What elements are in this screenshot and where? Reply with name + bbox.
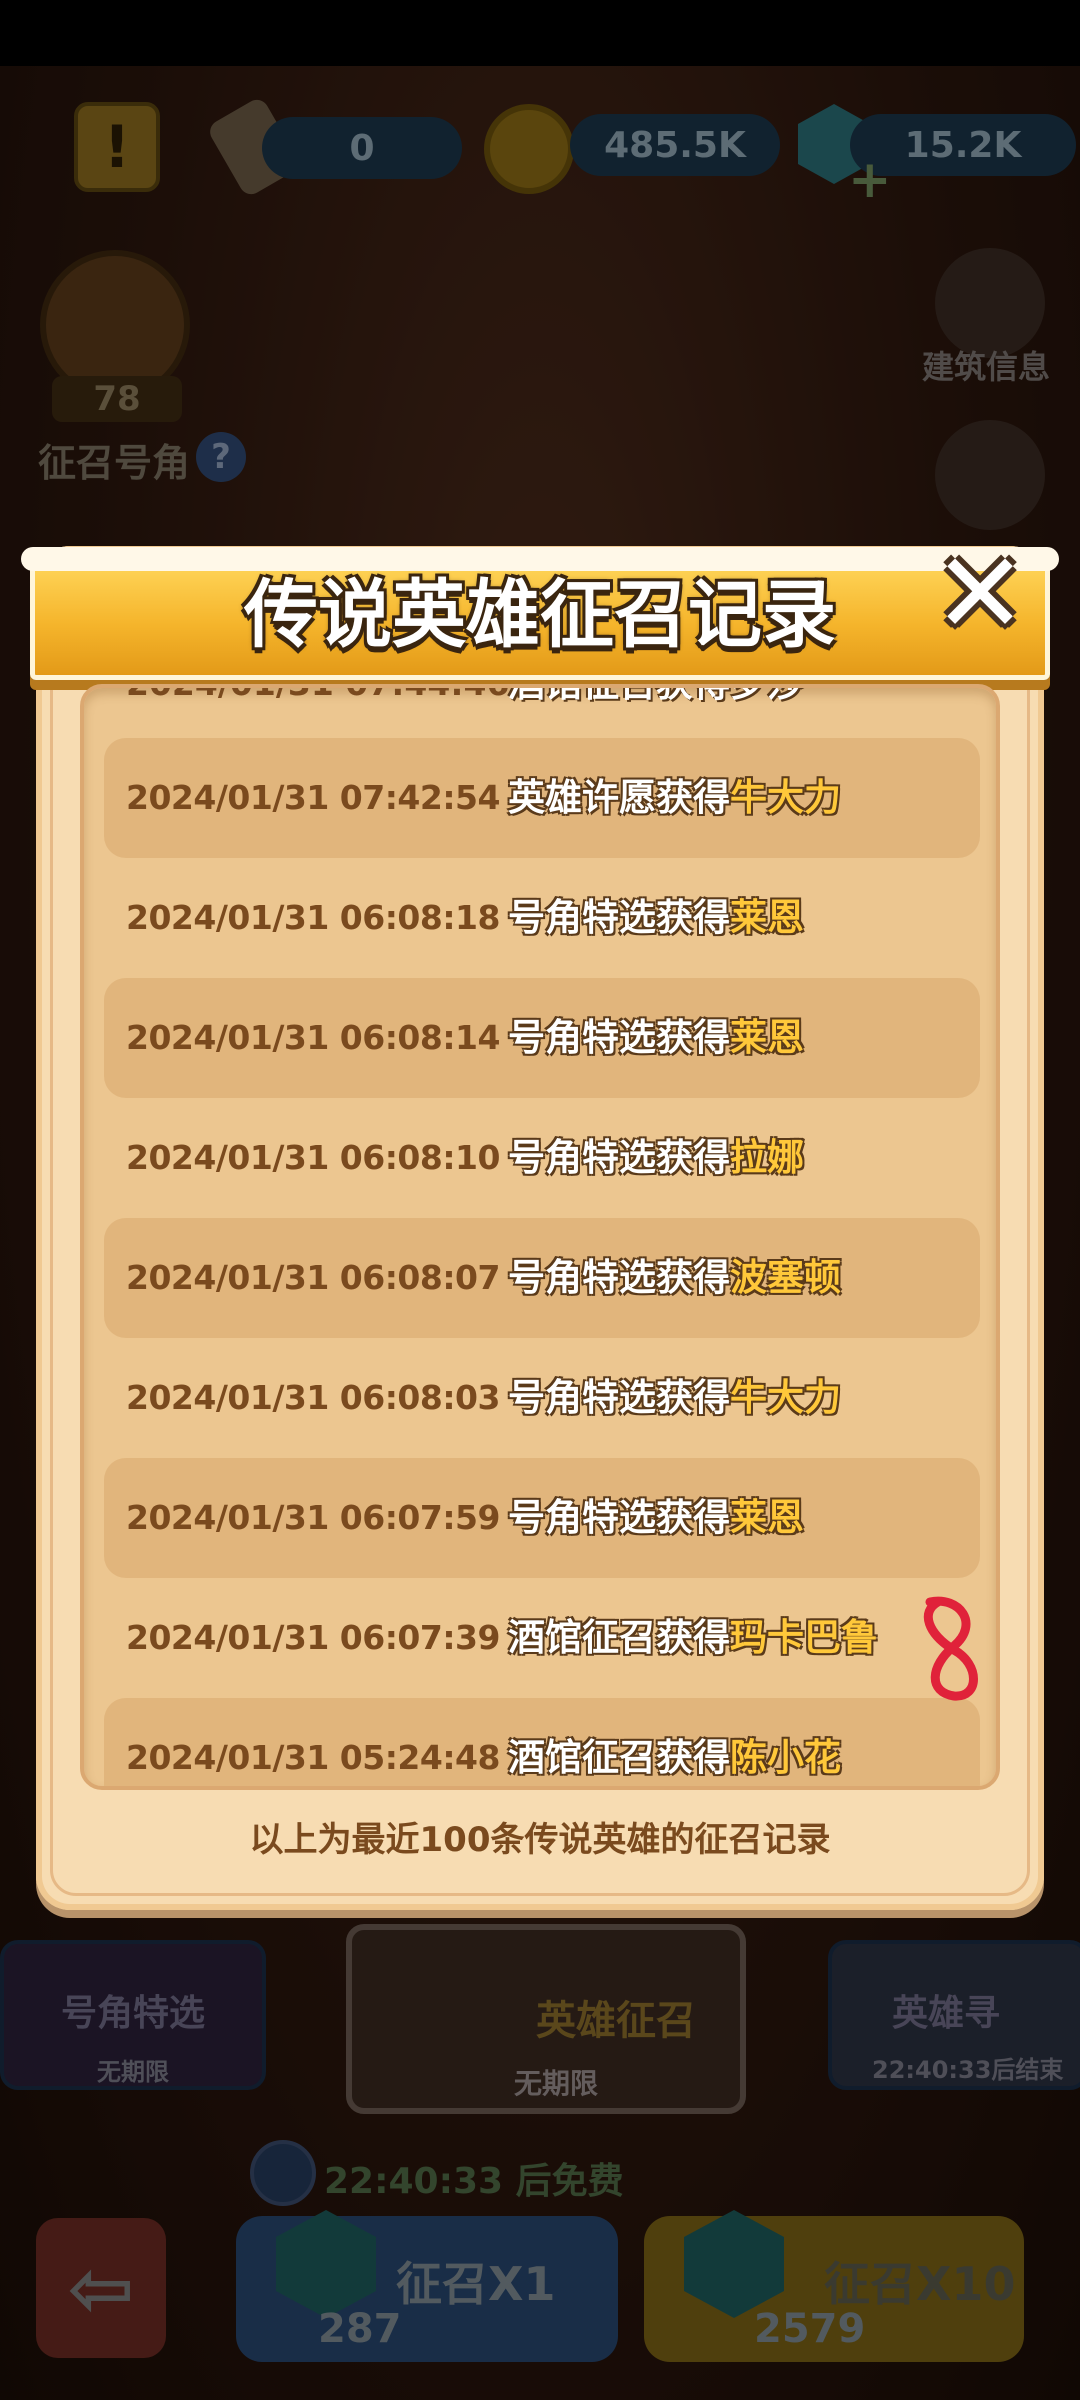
record-action: 号角特选获得 bbox=[508, 896, 730, 939]
record-hero-name: 莱恩 bbox=[730, 896, 804, 939]
record-hero-name: 拉娜 bbox=[730, 1136, 804, 1179]
list-item: 2024/01/31 06:08:07 号角特选获得波塞顿 bbox=[104, 1218, 980, 1338]
list-item: 2024/01/31 06:08:10 号角特选获得拉娜 bbox=[104, 1098, 980, 1218]
record-text: 酒馆征召获得玛卡巴鲁 bbox=[508, 1578, 878, 1698]
list-item: 2024/01/31 06:08:14 号角特选获得莱恩 bbox=[104, 978, 980, 1098]
record-text: 号角特选获得波塞顿 bbox=[508, 1218, 841, 1338]
record-action: 号角特选获得 bbox=[508, 1496, 730, 1539]
record-action: 号角特选获得 bbox=[508, 1376, 730, 1419]
record-hero-name: 莱恩 bbox=[730, 1016, 804, 1059]
record-date: 2024/01/31 05:24:48 bbox=[126, 1738, 500, 1777]
red-scribble-mark bbox=[923, 1596, 978, 1701]
record-hero-name: 牛大力 bbox=[730, 776, 841, 819]
record-action: 酒馆征召获得 bbox=[508, 1616, 730, 1659]
record-hero-name: 玛卡巴鲁 bbox=[730, 1616, 878, 1659]
record-text: 酒馆征召获得陈小花 bbox=[508, 1698, 841, 1786]
record-date: 2024/01/31 06:08:14 bbox=[126, 1018, 500, 1057]
list-item: 2024/01/31 05:24:48 酒馆征召获得陈小花 bbox=[104, 1698, 980, 1786]
record-text: 号角特选获得莱恩 bbox=[508, 858, 804, 978]
close-icon[interactable]: ✕ bbox=[926, 538, 1034, 650]
record-text: 号角特选获得牛大力 bbox=[508, 1338, 841, 1458]
list-item: 2024/01/31 06:08:18 号角特选获得莱恩 bbox=[104, 858, 980, 978]
list-item: 2024/01/31 06:07:59 号角特选获得莱恩 bbox=[104, 1458, 980, 1578]
record-text: 号角特选获得莱恩 bbox=[508, 1458, 804, 1578]
status-bar bbox=[0, 0, 1080, 66]
record-date: 2024/01/31 06:08:10 bbox=[126, 1138, 500, 1177]
list-item: 2024/01/31 07:42:54 英雄许愿获得牛大力 bbox=[104, 738, 980, 858]
record-list[interactable]: 2024/01/31 07:44:46 酒馆征召获得罗莎 2024/01/31 … bbox=[80, 684, 1000, 1790]
record-footer-note: 以上为最近100条传说英雄的征召记录 bbox=[249, 1820, 831, 1860]
record-action: 酒馆征召获得 bbox=[508, 1736, 730, 1779]
record-text: 英雄许愿获得牛大力 bbox=[508, 738, 841, 858]
record-hero-name: 波塞顿 bbox=[730, 1256, 841, 1299]
record-hero-name: 牛大力 bbox=[730, 1376, 841, 1419]
list-item: 2024/01/31 06:07:39 酒馆征召获得玛卡巴鲁 bbox=[104, 1578, 980, 1698]
record-action: 号角特选获得 bbox=[508, 1256, 730, 1299]
record-action: 号角特选获得 bbox=[508, 1136, 730, 1179]
record-date: 2024/01/31 06:08:03 bbox=[126, 1378, 500, 1417]
record-date: 2024/01/31 06:08:18 bbox=[126, 898, 500, 937]
record-action: 酒馆征召获得罗莎 bbox=[508, 688, 804, 714]
record-date: 2024/01/31 06:07:39 bbox=[126, 1618, 500, 1657]
record-date: 2024/01/31 06:07:59 bbox=[126, 1498, 500, 1537]
record-date: 2024/01/31 07:44:46 bbox=[126, 688, 509, 714]
record-hero-name: 陈小花 bbox=[730, 1736, 841, 1779]
record-text: 号角特选获得拉娜 bbox=[508, 1098, 804, 1218]
record-action: 号角特选获得 bbox=[508, 1016, 730, 1059]
record-date: 2024/01/31 06:08:07 bbox=[126, 1258, 500, 1297]
record-date: 2024/01/31 07:42:54 bbox=[126, 778, 500, 817]
record-hero-name: 莱恩 bbox=[730, 1496, 804, 1539]
record-text: 号角特选获得莱恩 bbox=[508, 978, 804, 1098]
record-action: 英雄许愿获得 bbox=[508, 776, 730, 819]
list-item-partial: 2024/01/31 07:44:46 酒馆征召获得罗莎 bbox=[104, 688, 980, 714]
list-item: 2024/01/31 06:08:03 号角特选获得牛大力 bbox=[104, 1338, 980, 1458]
dialog-title: 传说英雄征召记录 bbox=[244, 572, 836, 658]
